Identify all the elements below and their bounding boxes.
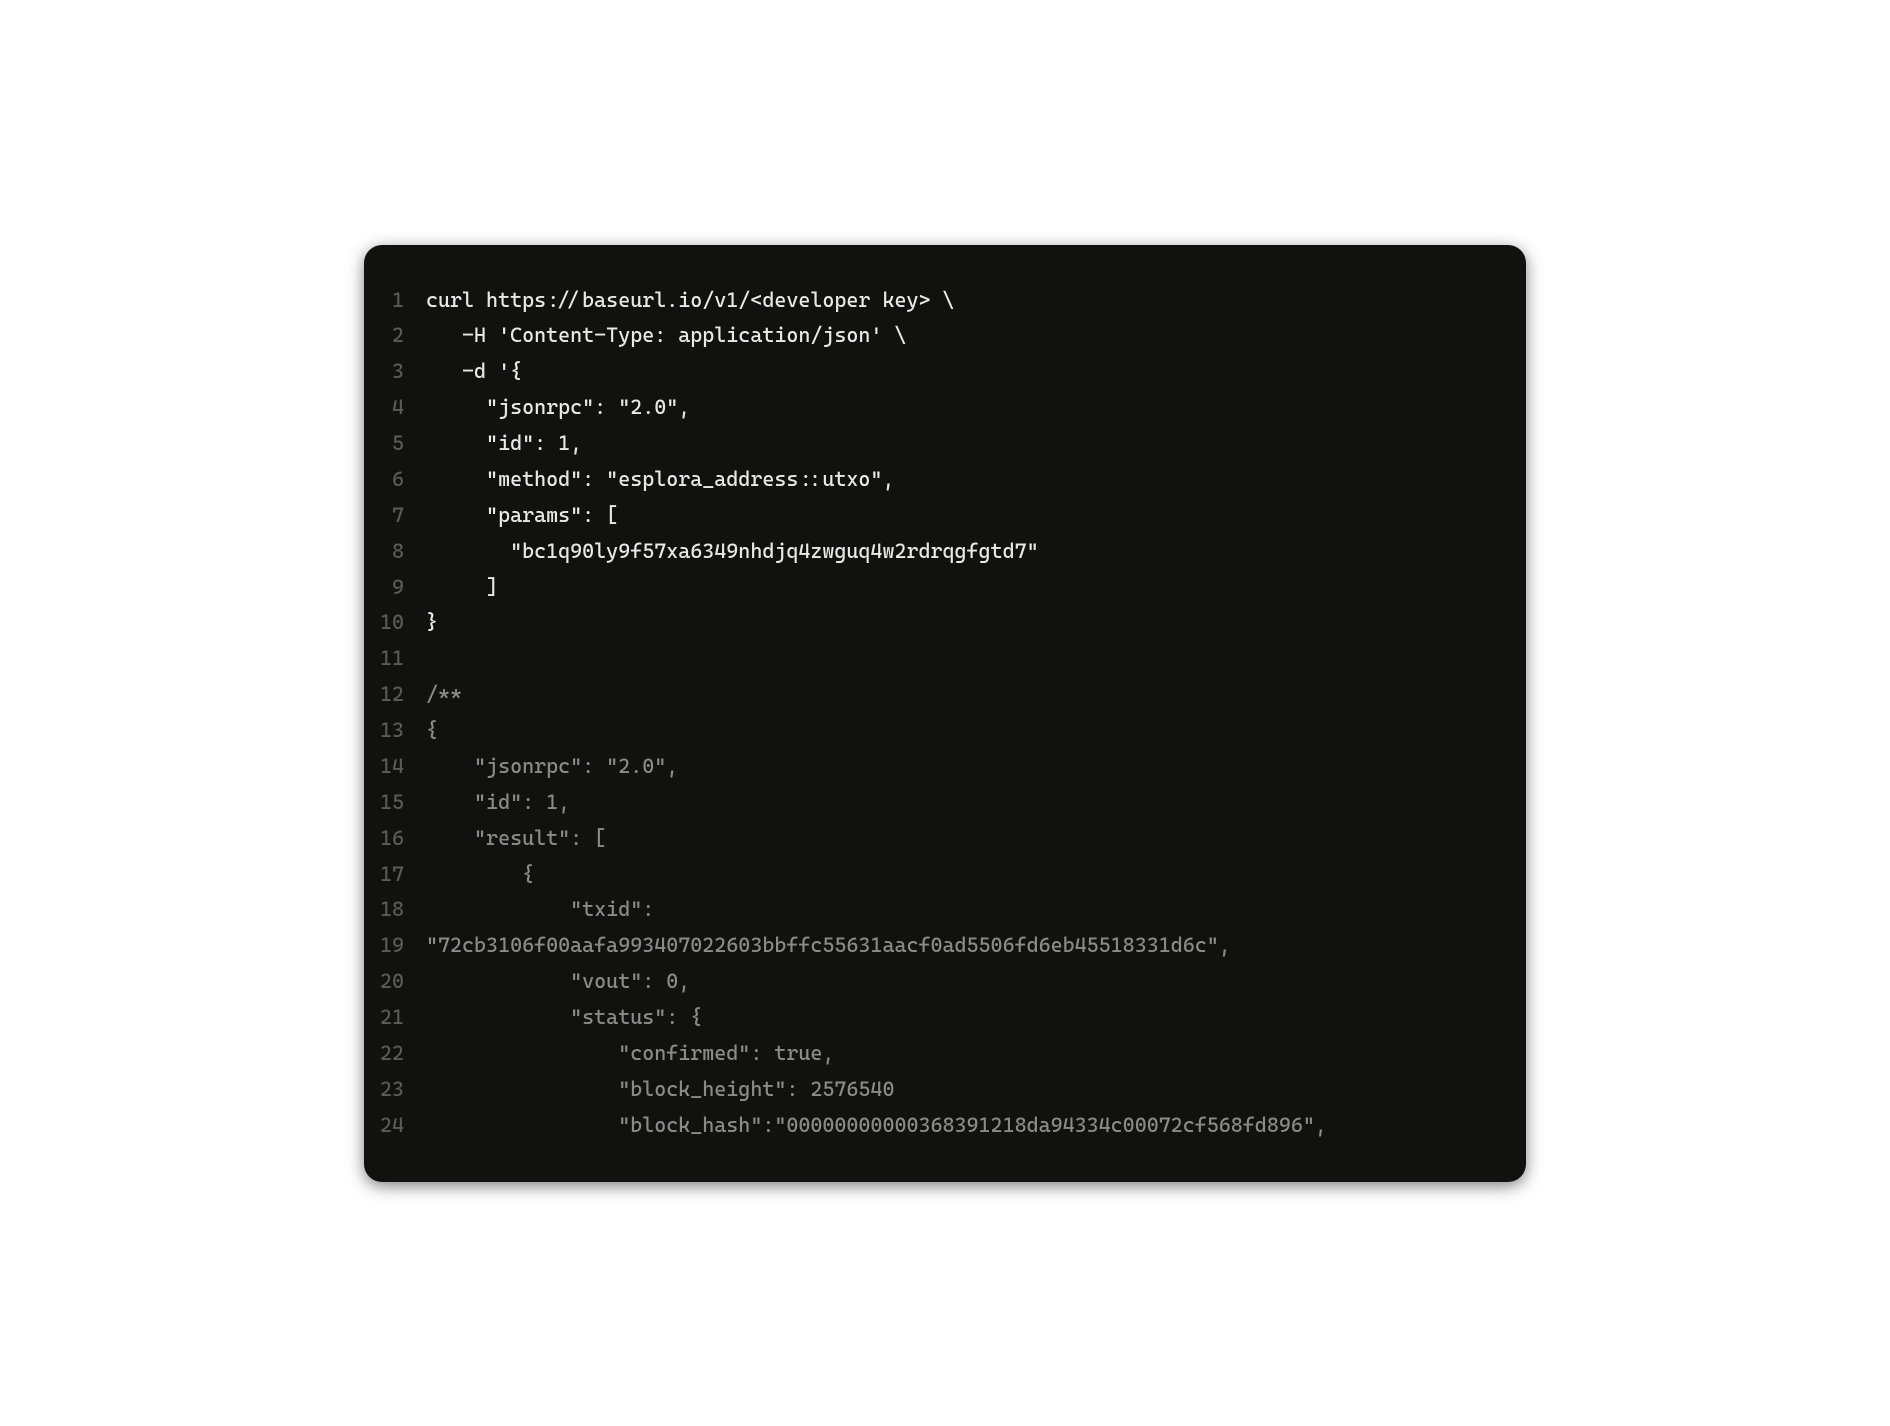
code-line: 7 "params": [: [364, 498, 1526, 534]
code-line: 17 {: [364, 857, 1526, 893]
line-number: 24: [364, 1108, 426, 1144]
line-number: 12: [364, 677, 426, 713]
code-line: 9 ]: [364, 570, 1526, 606]
line-content: "method": "esplora_address::utxo",: [426, 462, 894, 498]
line-number: 1: [364, 283, 426, 319]
code-line: 15 "id": 1,: [364, 785, 1526, 821]
line-number: 6: [364, 462, 426, 498]
code-line: 10}: [364, 605, 1526, 641]
line-number: 16: [364, 821, 426, 857]
line-content: /**: [426, 677, 462, 713]
line-content: "txid":: [426, 892, 654, 928]
line-content: -d '{: [426, 354, 522, 390]
line-content: {: [426, 713, 438, 749]
code-line: 24 "block_hash":"00000000000368391218da9…: [364, 1108, 1526, 1144]
code-line: 23 "block_height": 2576540: [364, 1072, 1526, 1108]
line-content: "vout": 0,: [426, 964, 690, 1000]
code-line: 16 "result": [: [364, 821, 1526, 857]
code-line: 8 "bc1q90ly9f57xa6349nhdjq4zwguq4w2rdrqg…: [364, 534, 1526, 570]
line-number: 3: [364, 354, 426, 390]
line-number: 20: [364, 964, 426, 1000]
line-content: -H 'Content-Type: application/json' \: [426, 318, 906, 354]
line-content: "id": 1,: [426, 426, 582, 462]
line-number: 21: [364, 1000, 426, 1036]
line-number: 19: [364, 928, 426, 964]
code-line: 22 "confirmed": true,: [364, 1036, 1526, 1072]
line-content: "params": [: [426, 498, 618, 534]
code-line: 11: [364, 641, 1526, 677]
code-line: 20 "vout": 0,: [364, 964, 1526, 1000]
code-line: 19"72cb3106f00aafa993407022603bbffc55631…: [364, 928, 1526, 964]
line-content: }: [426, 605, 438, 641]
line-number: 10: [364, 605, 426, 641]
line-content: "id": 1,: [426, 785, 570, 821]
line-number: 17: [364, 857, 426, 893]
line-number: 11: [364, 641, 426, 677]
line-number: 7: [364, 498, 426, 534]
code-line: 2 -H 'Content-Type: application/json' \: [364, 318, 1526, 354]
line-number: 2: [364, 318, 426, 354]
code-line: 21 "status": {: [364, 1000, 1526, 1036]
line-number: 5: [364, 426, 426, 462]
code-line: 3 -d '{: [364, 354, 1526, 390]
line-number: 22: [364, 1036, 426, 1072]
line-number: 14: [364, 749, 426, 785]
line-content: "confirmed": true,: [426, 1036, 834, 1072]
line-number: 13: [364, 713, 426, 749]
line-content: curl https://baseurl.io/v1/<developer ke…: [426, 283, 955, 319]
line-content: "jsonrpc": "2.0",: [426, 749, 678, 785]
line-content: "72cb3106f00aafa993407022603bbffc55631aa…: [426, 928, 1231, 964]
code-line: 14 "jsonrpc": "2.0",: [364, 749, 1526, 785]
line-content: "block_hash":"00000000000368391218da9433…: [426, 1108, 1327, 1144]
code-line: 1curl https://baseurl.io/v1/<developer k…: [364, 283, 1526, 319]
code-block: 1curl https://baseurl.io/v1/<developer k…: [364, 245, 1526, 1182]
line-content: "bc1q90ly9f57xa6349nhdjq4zwguq4w2rdrqgfg…: [426, 534, 1039, 570]
line-number: 18: [364, 892, 426, 928]
code-line: 6 "method": "esplora_address::utxo",: [364, 462, 1526, 498]
line-number: 15: [364, 785, 426, 821]
code-line: 18 "txid":: [364, 892, 1526, 928]
code-line: 4 "jsonrpc": "2.0",: [364, 390, 1526, 426]
line-content: "block_height": 2576540: [426, 1072, 894, 1108]
line-content: "status": {: [426, 1000, 702, 1036]
line-content: ]: [426, 570, 498, 606]
code-line: 13{: [364, 713, 1526, 749]
line-content: "result": [: [426, 821, 606, 857]
line-number: 8: [364, 534, 426, 570]
code-line: 5 "id": 1,: [364, 426, 1526, 462]
line-number: 4: [364, 390, 426, 426]
line-content: {: [426, 857, 534, 893]
line-content: "jsonrpc": "2.0",: [426, 390, 690, 426]
code-line: 12/**: [364, 677, 1526, 713]
line-number: 23: [364, 1072, 426, 1108]
line-number: 9: [364, 570, 426, 606]
